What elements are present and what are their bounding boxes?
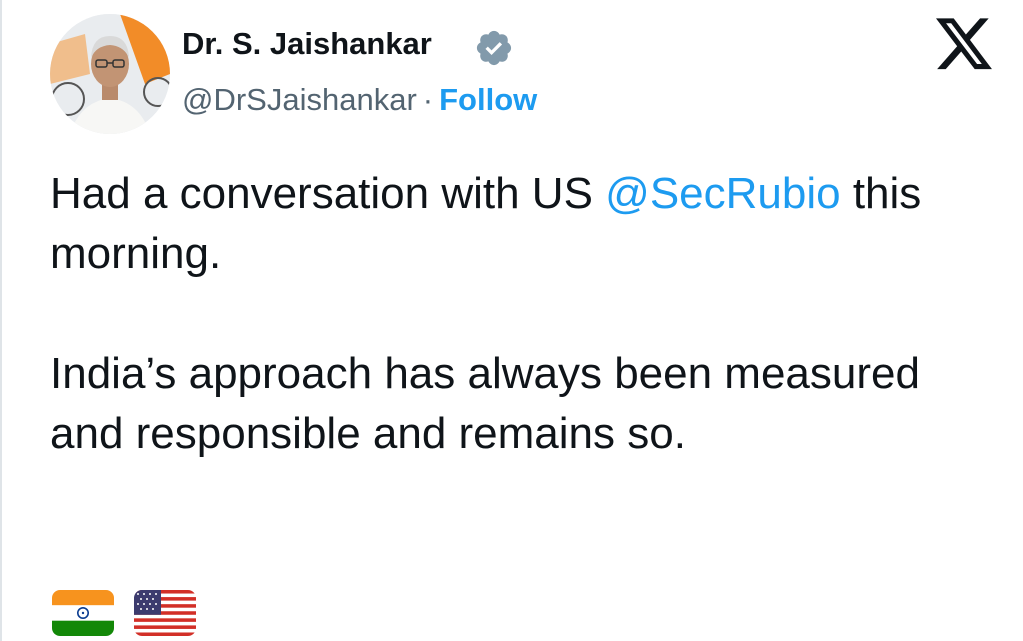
display-name[interactable]: Dr. S. Jaishankar (182, 26, 432, 62)
mention-link[interactable]: @SecRubio (605, 169, 840, 218)
handle-row: @DrSJaishankar · Follow (182, 82, 537, 118)
x-logo-icon[interactable] (936, 18, 994, 72)
separator: · (422, 82, 434, 117)
india-flag-icon (52, 590, 114, 636)
tweet-text-segment: Had a conversation with US (50, 169, 606, 218)
tweet-paragraph-2: India’s approach has always been measure… (50, 349, 920, 458)
follow-button[interactable]: Follow (439, 82, 537, 117)
usa-flag-icon (134, 590, 196, 636)
tweet-card: Dr. S. Jaishankar @DrSJaishankar · Follow … (0, 0, 1023, 641)
handle[interactable]: @DrSJaishankar (182, 82, 417, 117)
tweet-text: Had a conversation with US @SecRubio thi… (50, 164, 980, 524)
avatar[interactable] (50, 14, 170, 134)
verified-badge-icon (474, 28, 514, 68)
tweet-paragraph-1: Had a conversation with US @SecRubio thi… (50, 164, 980, 284)
